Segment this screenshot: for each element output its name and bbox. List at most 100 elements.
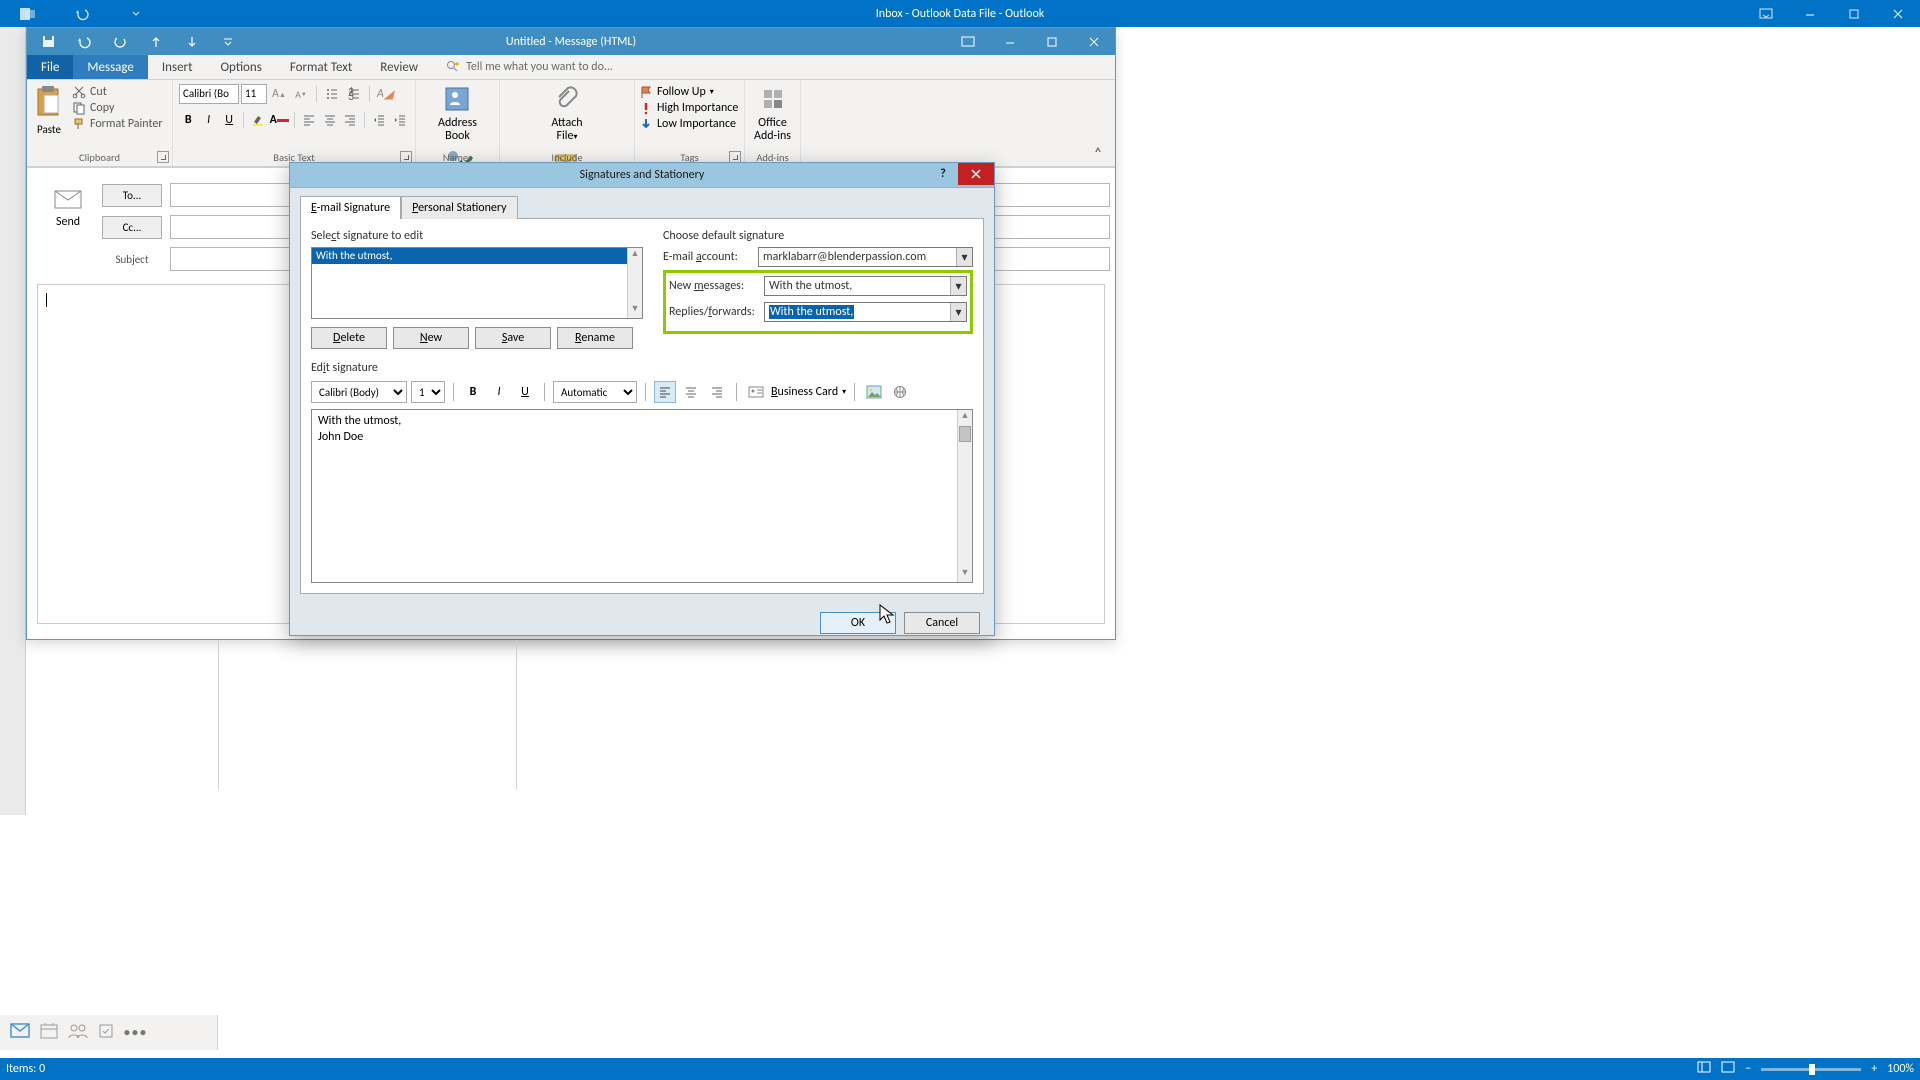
bold-button[interactable]: B bbox=[462, 381, 484, 403]
signature-item[interactable]: With the utmost, bbox=[312, 248, 642, 264]
font-combo[interactable]: Calibri (Bo bbox=[179, 84, 239, 104]
close-icon[interactable] bbox=[1073, 29, 1115, 55]
highlight-icon[interactable] bbox=[249, 110, 267, 130]
calendar-nav-icon[interactable] bbox=[40, 1023, 58, 1043]
editor-scrollbar[interactable]: ▲▼ bbox=[957, 410, 972, 582]
ribbon-display-icon[interactable] bbox=[1744, 0, 1788, 27]
more-nav-icon[interactable]: ••• bbox=[124, 1026, 148, 1040]
tab-options[interactable]: Options bbox=[206, 55, 275, 79]
tell-me-search[interactable]: Tell me what you want to do... bbox=[432, 55, 627, 79]
bullets-icon[interactable] bbox=[322, 84, 342, 104]
insert-link-icon[interactable] bbox=[889, 381, 911, 403]
align-right-icon[interactable] bbox=[706, 381, 728, 403]
new-button[interactable]: New bbox=[393, 327, 469, 349]
zoom-in-icon[interactable]: + bbox=[1871, 1062, 1877, 1076]
signature-list[interactable]: With the utmost, ▲▼ bbox=[311, 247, 643, 319]
clipboard-dialog-launcher[interactable] bbox=[157, 151, 169, 163]
delete-button[interactable]: Delete bbox=[311, 327, 387, 349]
send-button[interactable]: Send bbox=[42, 183, 94, 239]
save-icon[interactable] bbox=[31, 29, 65, 55]
qat-dropdown-icon[interactable] bbox=[114, 0, 158, 27]
people-nav-icon[interactable] bbox=[68, 1023, 88, 1043]
tasks-nav-icon[interactable] bbox=[98, 1023, 114, 1043]
underline-button[interactable]: U bbox=[514, 381, 536, 403]
editor-color-combo[interactable]: Automatic bbox=[553, 381, 637, 403]
address-book-button[interactable]: Address Book bbox=[416, 83, 499, 145]
follow-up-button[interactable]: Follow Up▾ bbox=[639, 84, 740, 100]
replies-combo[interactable]: With the utmost,▾ bbox=[764, 302, 967, 322]
office-addins-button[interactable]: Office Add-ins bbox=[745, 83, 800, 145]
italic-button[interactable]: I bbox=[199, 110, 217, 130]
maximize-icon[interactable] bbox=[1832, 0, 1876, 27]
numbering-icon[interactable]: 123 bbox=[344, 84, 364, 104]
high-importance-button[interactable]: High Importance bbox=[639, 100, 740, 116]
align-left-icon[interactable] bbox=[654, 381, 676, 403]
qat-more-icon[interactable] bbox=[211, 29, 245, 55]
undo-icon[interactable] bbox=[67, 29, 101, 55]
tab-personal-stationery[interactable]: Personal Stationery bbox=[401, 196, 517, 219]
cc-button[interactable]: Cc... bbox=[102, 216, 162, 239]
clear-format-icon[interactable]: A◢ bbox=[375, 84, 395, 104]
email-account-combo[interactable]: marklabarr@blenderpassion.com▾ bbox=[758, 247, 973, 267]
align-center-icon[interactable] bbox=[320, 110, 338, 130]
cut-button[interactable]: Cut bbox=[72, 85, 163, 99]
collapse-ribbon-icon[interactable] bbox=[1095, 146, 1109, 160]
signature-editor[interactable]: With the utmost, John Doe ▲▼ bbox=[311, 409, 973, 583]
decrease-indent-icon[interactable] bbox=[370, 110, 388, 130]
paste-button[interactable]: Paste bbox=[30, 83, 68, 147]
zoom-slider[interactable] bbox=[1761, 1068, 1861, 1071]
increase-indent-icon[interactable] bbox=[391, 110, 409, 130]
mail-nav-icon[interactable] bbox=[10, 1023, 30, 1043]
close-icon[interactable] bbox=[958, 163, 994, 185]
editor-size-combo[interactable]: 11 bbox=[411, 381, 445, 403]
next-icon[interactable] bbox=[175, 29, 209, 55]
minimize-icon[interactable] bbox=[1788, 0, 1832, 27]
view-normal-icon[interactable] bbox=[1697, 1061, 1711, 1077]
chevron-down-icon[interactable]: ▾ bbox=[950, 277, 966, 295]
rename-button[interactable]: Rename bbox=[557, 327, 633, 349]
low-importance-button[interactable]: Low Importance bbox=[639, 116, 740, 132]
attach-file-button[interactable]: Attach File▾ bbox=[500, 83, 634, 145]
grow-font-icon[interactable]: A▲ bbox=[269, 84, 289, 104]
maximize-icon[interactable] bbox=[1031, 29, 1073, 55]
italic-button[interactable]: I bbox=[488, 381, 510, 403]
editor-font-combo[interactable]: Calibri (Body) bbox=[311, 381, 407, 403]
font-size-combo[interactable]: 11 bbox=[241, 84, 267, 104]
minimize-icon[interactable] bbox=[989, 29, 1031, 55]
font-color-icon[interactable]: A bbox=[270, 110, 289, 130]
view-reading-icon[interactable] bbox=[1721, 1061, 1735, 1077]
tab-email-signature[interactable]: E-mail Signature bbox=[300, 196, 401, 219]
align-center-icon[interactable] bbox=[680, 381, 702, 403]
bold-button[interactable]: B bbox=[179, 110, 197, 130]
zoom-out-icon[interactable]: − bbox=[1745, 1062, 1751, 1076]
close-icon[interactable] bbox=[1876, 0, 1920, 27]
copy-button[interactable]: Copy bbox=[72, 101, 163, 115]
tab-format-text[interactable]: Format Text bbox=[276, 55, 366, 79]
save-button[interactable]: Save bbox=[475, 327, 551, 349]
paperclip-icon bbox=[550, 85, 584, 115]
previous-icon[interactable] bbox=[139, 29, 173, 55]
format-painter-button[interactable]: Format Painter bbox=[72, 117, 163, 131]
align-left-icon[interactable] bbox=[300, 110, 318, 130]
new-messages-combo[interactable]: With the utmost,▾ bbox=[764, 276, 967, 296]
help-icon[interactable]: ? bbox=[928, 163, 958, 185]
to-button[interactable]: To... bbox=[102, 184, 162, 207]
tab-review[interactable]: Review bbox=[366, 55, 432, 79]
tab-insert[interactable]: Insert bbox=[148, 55, 207, 79]
underline-button[interactable]: U bbox=[220, 110, 238, 130]
dialog-tabs: E-mail Signature Personal Stationery bbox=[300, 196, 984, 219]
tab-message[interactable]: Message bbox=[73, 55, 147, 79]
chevron-down-icon[interactable]: ▾ bbox=[956, 248, 972, 266]
cancel-button[interactable]: Cancel bbox=[904, 612, 980, 634]
ribbon-display-icon[interactable] bbox=[947, 29, 989, 55]
svg-text:3: 3 bbox=[348, 90, 354, 101]
align-right-icon[interactable] bbox=[341, 110, 359, 130]
chevron-down-icon[interactable]: ▾ bbox=[950, 303, 966, 321]
insert-picture-icon[interactable] bbox=[863, 381, 885, 403]
undo-icon[interactable] bbox=[60, 0, 104, 27]
shrink-font-icon[interactable]: A▼ bbox=[291, 84, 311, 104]
redo-icon[interactable] bbox=[103, 29, 137, 55]
business-card-button[interactable]: Business Card bbox=[771, 385, 838, 399]
tab-file[interactable]: File bbox=[27, 55, 73, 79]
list-scrollbar[interactable]: ▲▼ bbox=[627, 248, 642, 318]
